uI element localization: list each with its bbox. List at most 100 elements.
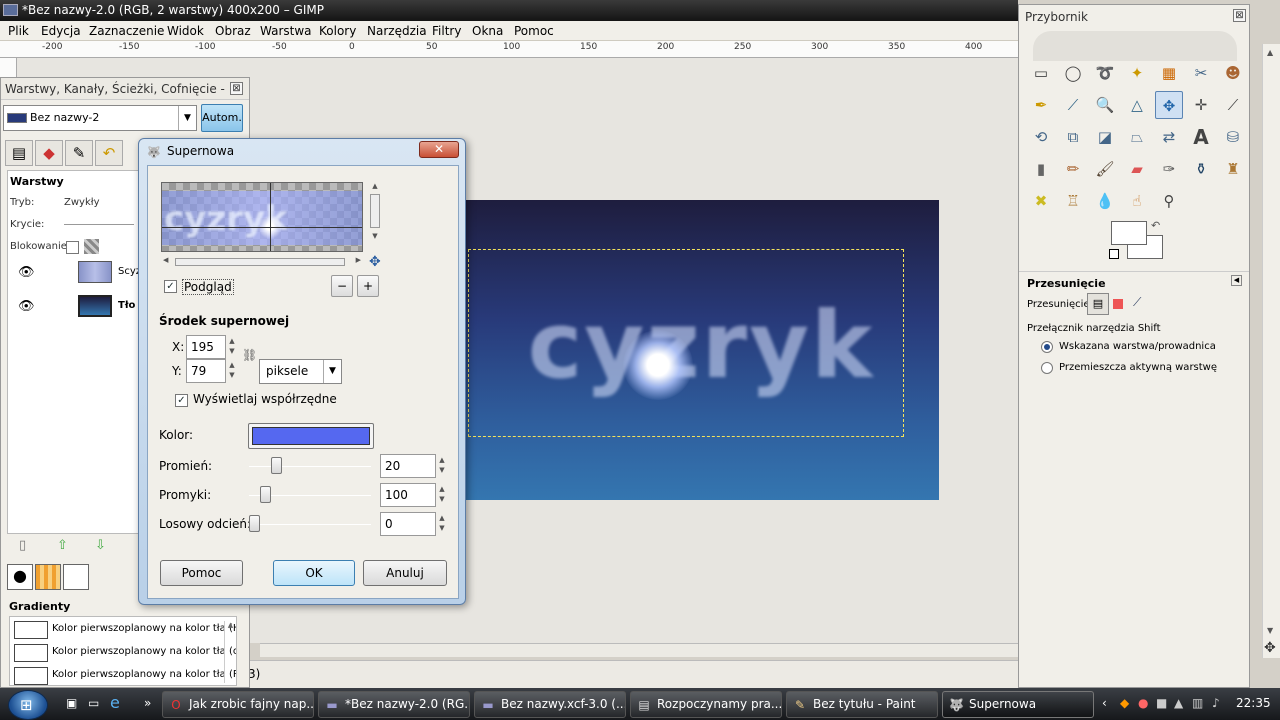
airbrush-icon[interactable]: ✑ bbox=[1155, 155, 1183, 183]
ie-icon[interactable]: e bbox=[110, 693, 120, 712]
smudge-icon[interactable]: ☝ bbox=[1123, 187, 1151, 215]
move-tool-icon[interactable]: ✥ bbox=[1155, 91, 1183, 119]
start-button[interactable]: ⊞ bbox=[8, 690, 48, 720]
dock-title[interactable]: Warstwy, Kanały, Ścieżki, Cofnięcie - Pę… bbox=[1, 78, 249, 118]
task-item-active[interactable]: 🐺 Supernowa bbox=[942, 691, 1094, 718]
switch-windows-icon[interactable]: ▭ bbox=[88, 696, 99, 710]
preview-checkbox[interactable]: ✓ bbox=[164, 280, 177, 293]
radius-input[interactable]: 20 ▲ ▼ bbox=[380, 454, 445, 478]
new-layer-icon[interactable]: ▯ bbox=[19, 538, 26, 553]
scale-icon[interactable]: ⧉ bbox=[1059, 123, 1087, 151]
navigate-icon[interactable]: ✥ bbox=[1264, 640, 1276, 656]
perspective-icon[interactable]: ⏢ bbox=[1123, 123, 1151, 151]
gradients-scrollbar[interactable]: ▲ bbox=[224, 621, 236, 683]
menu-warstwa[interactable]: Warstwa bbox=[260, 24, 312, 38]
menu-filtry[interactable]: Filtry bbox=[432, 24, 461, 38]
menu-edycja[interactable]: Edycja bbox=[41, 24, 81, 38]
pattern-tab-icon[interactable] bbox=[35, 564, 61, 590]
task-item[interactable]: ▤ Rozpoczynamy pra... bbox=[630, 691, 782, 718]
clone-icon[interactable]: ♜ bbox=[1219, 155, 1247, 183]
preview-image[interactable]: cyzryk bbox=[161, 182, 363, 252]
flip-icon[interactable]: ⇄ bbox=[1155, 123, 1183, 151]
menu-plik[interactable]: Plik bbox=[8, 24, 29, 38]
spokes-input[interactable]: 100 ▲ ▼ bbox=[380, 483, 445, 507]
color-picker-icon[interactable]: ⟋ bbox=[1059, 91, 1087, 119]
spin-arrows-icon[interactable]: ▲ ▼ bbox=[437, 455, 447, 477]
horizontal-ruler[interactable]: -200 -150 -100 -50 0 50 100 150 200 250 … bbox=[0, 41, 1018, 58]
fuzzy-select-icon[interactable]: ✦ bbox=[1123, 59, 1151, 87]
auto-button[interactable]: Autom. bbox=[201, 104, 243, 132]
zoom-in-icon[interactable]: + bbox=[357, 275, 379, 297]
move-path-icon[interactable]: ⟋ bbox=[1133, 295, 1141, 310]
brush-tab-icon[interactable]: ● bbox=[7, 564, 33, 590]
tab-layers-icon[interactable]: ▤ bbox=[5, 140, 33, 166]
radio-pick-layer-label[interactable]: Wskazana warstwa/prowadnica bbox=[1059, 341, 1216, 352]
raise-layer-icon[interactable]: ⇧ bbox=[57, 538, 68, 553]
quicklaunch-more-icon[interactable]: » bbox=[144, 696, 151, 710]
hue-slider-handle[interactable] bbox=[249, 515, 260, 532]
move-layer-icon[interactable]: ▤ bbox=[1087, 293, 1109, 315]
spin-arrows-icon[interactable]: ▲ ▼ bbox=[437, 513, 447, 535]
radius-slider-handle[interactable] bbox=[271, 457, 283, 474]
ink-icon[interactable]: ⚱ bbox=[1187, 155, 1215, 183]
align-icon[interactable]: ✛ bbox=[1187, 91, 1215, 119]
shear-icon[interactable]: ◪ bbox=[1091, 123, 1119, 151]
task-item[interactable]: ▬ Bez nazwy.xcf-3.0 (... bbox=[474, 691, 626, 718]
zoom-icon[interactable]: 🔍 bbox=[1091, 91, 1119, 119]
x-input[interactable]: 195 ▲ ▼ bbox=[186, 335, 235, 359]
lower-layer-icon[interactable]: ⇩ bbox=[95, 538, 106, 553]
paths-icon[interactable]: ✒ bbox=[1027, 91, 1055, 119]
gradient-item[interactable]: Kolor pierwszoplanowy na kolor tła (H bbox=[12, 619, 236, 641]
scissors-icon[interactable]: ✂ bbox=[1187, 59, 1215, 87]
tray-app-icon[interactable]: ● bbox=[1138, 696, 1148, 710]
text-tool-icon[interactable]: A bbox=[1187, 123, 1215, 151]
foreground-color-swatch[interactable] bbox=[1111, 221, 1147, 245]
canvas-horizontal-scrollbar[interactable] bbox=[260, 643, 1018, 657]
image-select-combo[interactable]: Bez nazwy-2 ▼ bbox=[3, 105, 197, 131]
free-select-icon[interactable]: ➰ bbox=[1091, 59, 1119, 87]
radius-slider[interactable] bbox=[249, 466, 371, 467]
tool-options-menu-icon[interactable]: ◀ bbox=[1231, 275, 1242, 286]
dock-close-button[interactable]: ⊠ bbox=[230, 82, 243, 95]
task-item[interactable]: O Jak zrobic fajny nap... bbox=[162, 691, 314, 718]
pencil-icon[interactable]: ✏ bbox=[1059, 155, 1087, 183]
show-coords-label[interactable]: Wyświetlaj współrzędne bbox=[193, 392, 337, 406]
eye-icon[interactable]: 👁 bbox=[18, 299, 35, 314]
chain-link-icon[interactable]: ⛓ bbox=[242, 348, 257, 362]
spin-arrows-icon[interactable]: ▲ ▼ bbox=[227, 360, 237, 382]
navigate-move-icon[interactable]: ✥ bbox=[369, 254, 381, 270]
help-button[interactable]: Pomoc bbox=[160, 560, 243, 586]
rotate-icon[interactable]: ⟲ bbox=[1027, 123, 1055, 151]
swap-colors-icon[interactable]: ↶ bbox=[1151, 219, 1160, 232]
color-button[interactable] bbox=[248, 423, 374, 449]
menu-zaznaczenie[interactable]: Zaznaczenie bbox=[89, 24, 164, 38]
right-scrollbar[interactable]: ▲ ▼ ✥ bbox=[1262, 44, 1280, 658]
preview-label[interactable]: Podgląd bbox=[182, 279, 234, 295]
spokes-slider-handle[interactable] bbox=[260, 486, 272, 503]
radio-active-layer-label[interactable]: Przemieszcza aktywną warstwę bbox=[1059, 362, 1217, 373]
volume-icon[interactable]: ♪ bbox=[1212, 696, 1220, 710]
tab-paths-icon[interactable]: ✎ bbox=[65, 140, 93, 166]
gradient-item[interactable]: Kolor pierwszoplanowy na kolor tła (R bbox=[12, 665, 236, 685]
tray-app-icon[interactable]: ■ bbox=[1156, 696, 1167, 710]
toolbox-close-button[interactable]: ⊠ bbox=[1233, 9, 1246, 22]
blend-icon[interactable]: ▮ bbox=[1027, 155, 1055, 183]
radio-active-layer[interactable] bbox=[1041, 362, 1053, 374]
default-colors-icon[interactable] bbox=[1109, 249, 1119, 259]
opacity-slider[interactable] bbox=[64, 224, 134, 225]
foreground-select-icon[interactable]: ☻ bbox=[1219, 59, 1247, 87]
gradient-tab-icon[interactable] bbox=[63, 564, 89, 590]
move-selection-icon[interactable] bbox=[1113, 299, 1123, 309]
network-icon[interactable]: ▥ bbox=[1192, 696, 1203, 710]
tab-undo-icon[interactable]: ↶ bbox=[95, 140, 123, 166]
hue-input[interactable]: 0 ▲ ▼ bbox=[380, 512, 445, 536]
show-coords-checkbox[interactable]: ✓ bbox=[175, 394, 188, 407]
bucket-fill-icon[interactable]: ⛁ bbox=[1219, 123, 1247, 151]
heal-icon[interactable]: ✖ bbox=[1027, 187, 1055, 215]
tab-channels-icon[interactable]: ◆ bbox=[35, 140, 63, 166]
dodge-burn-icon[interactable]: ⚲ bbox=[1155, 187, 1183, 215]
paintbrush-icon[interactable]: 🖌 bbox=[1091, 155, 1119, 183]
scroll-up-icon[interactable]: ▲ bbox=[1267, 48, 1273, 57]
spin-arrows-icon[interactable]: ▲ ▼ bbox=[227, 336, 237, 358]
menu-okna[interactable]: Okna bbox=[472, 24, 503, 38]
